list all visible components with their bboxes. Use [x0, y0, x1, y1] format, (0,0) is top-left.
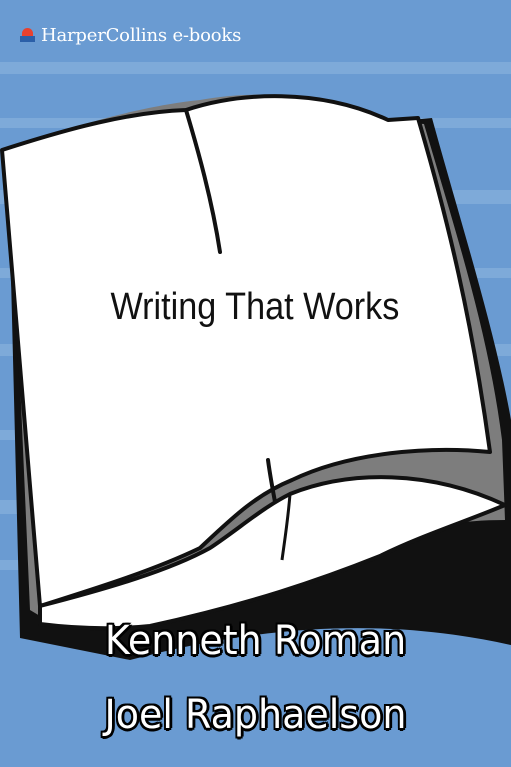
- author-name: Joel Raphaelson: [104, 692, 407, 738]
- book-title: Writing That Works: [110, 286, 400, 328]
- fire-and-water-logo-icon: [20, 28, 35, 42]
- book-cover: HarperCollins e-books Writing That Works…: [0, 0, 511, 767]
- publisher-brand: HarperCollins e-books: [20, 23, 241, 47]
- publisher-name: HarperCollins e-books: [41, 24, 242, 46]
- author-name: Kenneth Roman: [104, 618, 407, 664]
